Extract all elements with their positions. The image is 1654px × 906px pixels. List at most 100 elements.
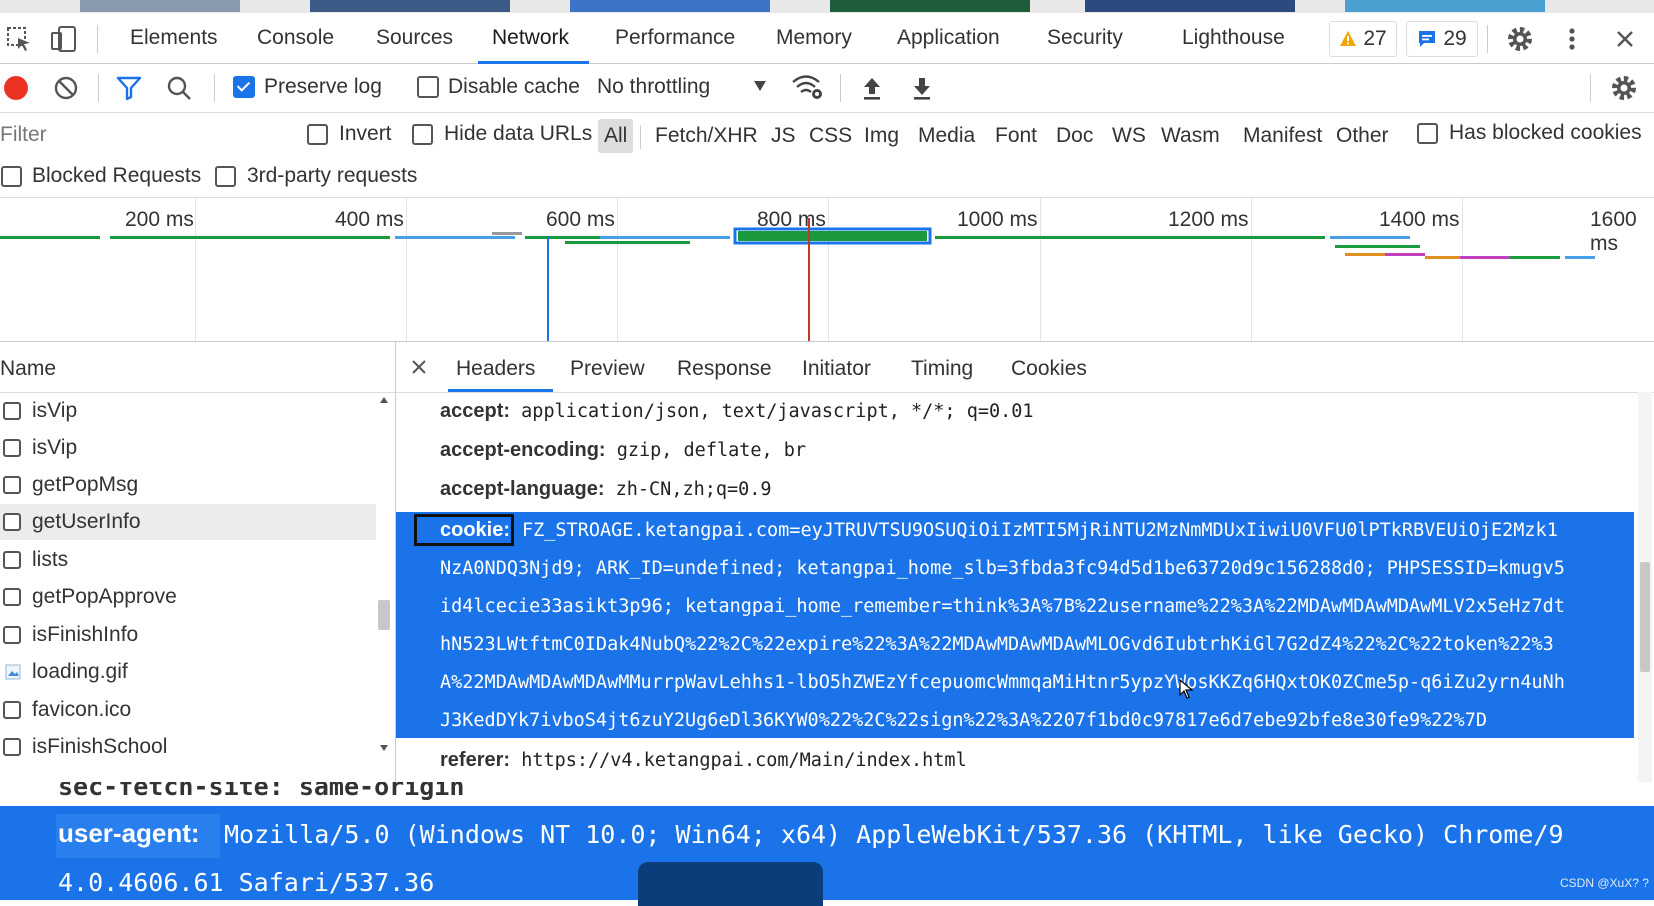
requests-list: Name isVip isVip getPopMsg getUserInfo l… — [0, 342, 396, 782]
invert-checkbox[interactable] — [307, 124, 328, 145]
more-options-icon[interactable] — [1562, 24, 1582, 54]
cookie-line: FZ_STROAGE.ketangpai.com=eyJTRUVTSU9OSUQ… — [522, 520, 1558, 541]
network-settings-gear-icon[interactable] — [1608, 72, 1640, 104]
request-row[interactable]: isFinishSchool — [0, 729, 376, 765]
tab-security[interactable]: Security — [1047, 13, 1123, 63]
dropdown-arrow-icon[interactable] — [752, 78, 768, 94]
filter-type-wasm[interactable]: Wasm — [1155, 119, 1226, 153]
close-detail-icon[interactable] — [408, 356, 430, 378]
request-row[interactable]: favicon.ico — [0, 692, 376, 728]
filter-type-doc[interactable]: Doc — [1050, 119, 1099, 153]
request-row[interactable]: isFinishInfo — [0, 617, 376, 653]
record-stop-icon[interactable] — [4, 76, 28, 100]
tab-thumbnail — [570, 0, 770, 12]
devtools-tab-bar: Elements Console Sources Network Perform… — [0, 13, 1654, 64]
tab-performance[interactable]: Performance — [615, 13, 735, 63]
detail-scrollbar-thumb[interactable] — [1640, 562, 1650, 672]
tab-memory[interactable]: Memory — [776, 13, 852, 63]
tab-console[interactable]: Console — [257, 13, 334, 63]
request-row-selected[interactable]: getUserInfo — [0, 504, 376, 540]
warnings-badge[interactable]: 27 — [1329, 21, 1397, 57]
scroll-up-arrow-icon[interactable] — [378, 394, 390, 406]
request-row[interactable]: isVip — [0, 393, 376, 429]
search-icon[interactable] — [165, 74, 193, 102]
preserve-log-checkbox[interactable] — [233, 76, 255, 98]
filter-type-media[interactable]: Media — [912, 119, 981, 153]
request-name: loading.gif — [32, 660, 128, 683]
request-detail-pane: Headers Preview Response Initiator Timin… — [396, 342, 1654, 782]
detail-tab-cookies[interactable]: Cookies — [1011, 342, 1087, 392]
filter-type-font[interactable]: Font — [989, 119, 1043, 153]
detail-tab-preview[interactable]: Preview — [570, 342, 645, 392]
device-toolbar-icon[interactable] — [50, 25, 78, 53]
filter-type-ws[interactable]: WS — [1106, 119, 1152, 153]
header-row-accept-encoding: accept-encoding: gzip, deflate, br — [440, 439, 806, 462]
network-overview-timeline[interactable]: 200 ms 400 ms 600 ms 800 ms 1000 ms 1200… — [0, 198, 1654, 342]
request-row[interactable]: lists — [0, 542, 376, 578]
cookie-line: A%22MDAwMDAwMDAwMMurrpWavLehhs1-lbO5hZWE… — [440, 672, 1565, 693]
filter-type-js[interactable]: JS — [765, 119, 802, 153]
warning-icon — [1339, 30, 1357, 48]
inspect-element-icon[interactable] — [6, 26, 32, 52]
filter-type-other[interactable]: Other — [1330, 119, 1395, 153]
tab-sources[interactable]: Sources — [376, 13, 453, 63]
disable-cache-label: Disable cache — [448, 75, 580, 98]
disable-cache-checkbox[interactable] — [417, 76, 439, 98]
name-column-header[interactable]: Name — [0, 342, 395, 393]
tab-thumbnail — [80, 0, 240, 12]
throttling-select[interactable]: No throttling — [597, 75, 710, 99]
tab-network[interactable]: Network — [477, 13, 590, 64]
settings-gear-icon[interactable] — [1505, 24, 1535, 54]
blocked-requests-checkbox[interactable] — [1, 166, 22, 187]
request-name: getPopMsg — [32, 473, 139, 496]
cookie-header-name: cookie: — [440, 519, 511, 541]
cookie-line: J3KedDYk7ivboS4jt6zuY2Ug6eDl36KYW0%22%2C… — [440, 710, 1487, 731]
clear-icon[interactable] — [52, 74, 80, 102]
tab-lighthouse[interactable]: Lighthouse — [1182, 13, 1285, 63]
browser-tab-strip — [0, 0, 1654, 13]
header-value: https://v4.ketangpai.com/Main/index.html — [521, 750, 967, 771]
network-toolbar: Preserve log Disable cache No throttling — [0, 64, 1654, 113]
network-conditions-icon[interactable] — [790, 72, 824, 102]
header-row-accept-language: accept-language: zh-CN,zh;q=0.9 — [440, 478, 772, 501]
overlay-popup-button[interactable] — [638, 862, 823, 906]
cookie-header-selection[interactable]: cookie: FZ_STROAGE.ketangpai.com=eyJTRUV… — [396, 512, 1634, 738]
filter-bar-secondary: Blocked Requests 3rd-party requests — [0, 157, 1654, 198]
request-row[interactable]: getPopMsg — [0, 467, 376, 503]
detail-tab-timing[interactable]: Timing — [911, 342, 973, 392]
request-name: isVip — [32, 436, 78, 459]
preserve-log-label: Preserve log — [264, 75, 382, 98]
header-row-accept: accept: application/json, text/javascrip… — [440, 400, 1034, 423]
filter-funnel-icon[interactable] — [115, 74, 143, 102]
watermark: CSDN @XuX? ? — [1560, 876, 1649, 890]
tab-application[interactable]: Application — [897, 13, 1000, 63]
scrollbar-thumb[interactable] — [378, 600, 390, 630]
request-row[interactable]: isVip — [0, 430, 376, 466]
filter-type-css[interactable]: CSS — [803, 119, 858, 153]
invert-label: Invert — [339, 122, 392, 145]
request-row[interactable]: getPopApprove — [0, 579, 376, 615]
scroll-down-arrow-icon[interactable] — [378, 742, 390, 754]
close-devtools-icon[interactable] — [1612, 26, 1638, 52]
user-agent-value-line: 4.0.4606.61 Safari/537.36 — [58, 868, 435, 897]
blocked-requests-label: Blocked Requests — [32, 164, 202, 187]
hide-data-urls-checkbox[interactable] — [412, 124, 433, 145]
has-blocked-cookies-checkbox[interactable] — [1417, 123, 1438, 144]
header-name: accept-encoding: — [440, 439, 606, 461]
tab-elements[interactable]: Elements — [130, 13, 218, 63]
messages-badge[interactable]: 29 — [1406, 21, 1478, 57]
filter-input[interactable]: Filter — [0, 123, 290, 147]
filter-type-img[interactable]: Img — [858, 119, 905, 153]
detail-tab-headers[interactable]: Headers — [447, 342, 554, 392]
filter-type-manifest[interactable]: Manifest — [1237, 119, 1328, 153]
detail-tab-response[interactable]: Response — [677, 342, 772, 392]
filter-type-all[interactable]: All — [598, 119, 634, 153]
hide-data-urls-label: Hide data URLs — [444, 122, 593, 145]
import-har-icon[interactable] — [858, 73, 886, 103]
request-name: getUserInfo — [32, 510, 141, 533]
filter-type-fetch-xhr[interactable]: Fetch/XHR — [649, 119, 764, 153]
detail-tab-initiator[interactable]: Initiator — [802, 342, 871, 392]
export-har-icon[interactable] — [908, 73, 936, 103]
request-row[interactable]: loading.gif — [0, 654, 376, 690]
third-party-requests-checkbox[interactable] — [215, 166, 236, 187]
